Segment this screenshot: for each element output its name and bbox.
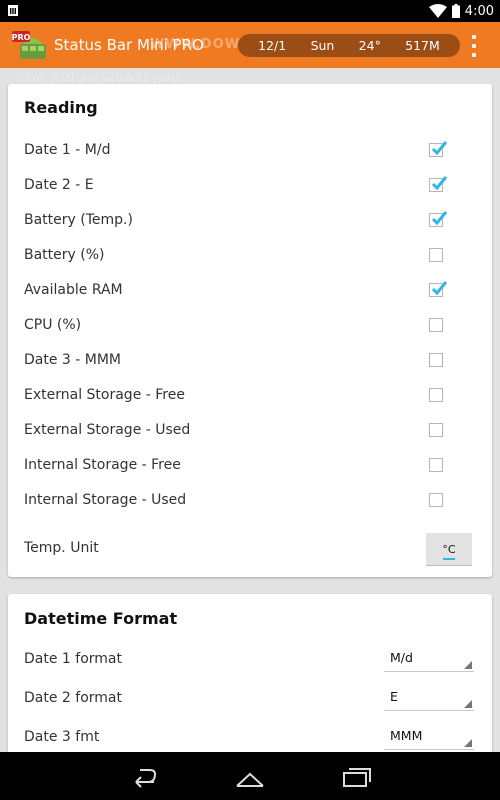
dropdown-corner-icon bbox=[464, 700, 472, 708]
format-row: Date 1 format M/d bbox=[8, 641, 492, 676]
preview-day: Sun bbox=[310, 38, 335, 53]
checkbox[interactable] bbox=[429, 210, 448, 227]
back-icon[interactable] bbox=[128, 762, 158, 790]
checkbox[interactable] bbox=[429, 280, 448, 297]
temp-unit-label: Temp. Unit bbox=[24, 539, 99, 556]
temp-unit-row: Temp. Unit bbox=[8, 530, 492, 565]
recents-icon[interactable] bbox=[342, 762, 372, 790]
format-label: Date 2 format bbox=[24, 689, 122, 706]
checkbox[interactable] bbox=[429, 352, 443, 367]
reading-title: Reading bbox=[24, 98, 98, 117]
app-bar: PRO WWW.DOWNLOAD.COM Status Bar Mini PRO… bbox=[0, 22, 500, 85]
reading-row[interactable]: Internal Storage - Used bbox=[8, 482, 492, 517]
format-dropdown[interactable]: E bbox=[384, 685, 474, 711]
reading-label: Internal Storage - Free bbox=[24, 456, 181, 473]
reading-label: Battery (Temp.) bbox=[24, 211, 133, 228]
format-dropdown[interactable]: MMM bbox=[384, 724, 474, 750]
checkmark-icon bbox=[431, 140, 448, 155]
navigation-bar bbox=[0, 752, 500, 800]
reading-label: Internal Storage - Used bbox=[24, 491, 187, 508]
reading-row[interactable]: External Storage - Free bbox=[8, 377, 492, 412]
reading-row[interactable]: Available RAM bbox=[8, 272, 492, 307]
format-value: M/d bbox=[390, 650, 413, 665]
format-label: Date 3 fmt bbox=[24, 728, 100, 745]
format-row: Date 3 fmt MMM bbox=[8, 719, 492, 754]
battery-icon bbox=[451, 4, 460, 18]
format-row: Date 2 format E bbox=[8, 680, 492, 715]
sim-icon bbox=[8, 5, 18, 16]
datetime-format-card: Datetime Format Date 1 format M/d Date 2 f… bbox=[8, 594, 492, 756]
dropdown-corner-icon bbox=[464, 661, 472, 669]
reading-label: Available RAM bbox=[24, 281, 123, 298]
format-dropdown[interactable]: M/d bbox=[384, 646, 474, 672]
checkbox[interactable] bbox=[429, 140, 448, 157]
reading-label: Battery (%) bbox=[24, 246, 105, 263]
checkbox[interactable] bbox=[429, 422, 443, 437]
pro-badge: PRO bbox=[12, 33, 31, 42]
reading-row[interactable]: Date 1 - M/d bbox=[8, 132, 492, 167]
preview-ram: 517M bbox=[405, 38, 440, 53]
datetime-format-title: Datetime Format bbox=[24, 609, 178, 628]
preview-temp: 24° bbox=[358, 38, 381, 53]
reading-row[interactable]: Date 2 - E bbox=[8, 167, 492, 202]
home-icon[interactable] bbox=[235, 762, 265, 790]
reading-label: Date 2 - E bbox=[24, 176, 94, 193]
toggle-indicator bbox=[443, 558, 455, 560]
format-value: E bbox=[390, 689, 398, 704]
checkbox[interactable] bbox=[429, 492, 443, 507]
reading-label: CPU (%) bbox=[24, 316, 82, 333]
preview-date: 12/1 bbox=[258, 38, 287, 53]
reading-label: Date 3 - MMM bbox=[24, 351, 122, 368]
app-title: Status Bar Mini PRO bbox=[54, 36, 204, 54]
format-label: Date 1 format bbox=[24, 650, 122, 667]
checkbox[interactable] bbox=[429, 457, 443, 472]
temp-unit-button[interactable]: °C bbox=[426, 533, 472, 566]
reading-row[interactable]: CPU (%) bbox=[8, 307, 492, 342]
checkbox[interactable] bbox=[429, 317, 443, 332]
reading-row[interactable]: Battery (%) bbox=[8, 237, 492, 272]
wifi-icon bbox=[428, 4, 447, 18]
reading-label: External Storage - Free bbox=[24, 386, 185, 403]
reading-row[interactable]: Internal Storage - Free bbox=[8, 447, 492, 482]
reading-row[interactable]: Date 3 - MMM bbox=[8, 342, 492, 377]
reading-card: Reading Date 1 - M/d Date 2 - E Battery (T… bbox=[8, 84, 492, 577]
overflow-menu-icon[interactable] bbox=[470, 35, 478, 57]
reading-label: Date 1 - M/d bbox=[24, 141, 111, 158]
reading-row[interactable]: External Storage - Used bbox=[8, 412, 492, 447]
checkmark-icon bbox=[431, 210, 448, 225]
checkbox[interactable] bbox=[429, 387, 443, 402]
checkmark-icon bbox=[431, 280, 448, 295]
status-preview: 12/1 Sun 24° 517M bbox=[238, 34, 460, 57]
checkmark-icon bbox=[431, 175, 448, 190]
app-logo-icon: PRO bbox=[12, 31, 46, 59]
temp-unit-value: °C bbox=[442, 542, 456, 556]
checkbox[interactable] bbox=[429, 175, 448, 192]
clock: 4:00 bbox=[464, 3, 494, 19]
reading-row[interactable]: Battery (Temp.) bbox=[8, 202, 492, 237]
checkbox[interactable] bbox=[429, 247, 443, 262]
system-status-bar: 4:00 bbox=[0, 0, 500, 22]
dropdown-corner-icon bbox=[464, 739, 472, 747]
watermark-persian: اولین دانشنامه نرم افزار ایران bbox=[16, 70, 180, 85]
format-value: MMM bbox=[390, 728, 423, 743]
reading-label: External Storage - Used bbox=[24, 421, 191, 438]
